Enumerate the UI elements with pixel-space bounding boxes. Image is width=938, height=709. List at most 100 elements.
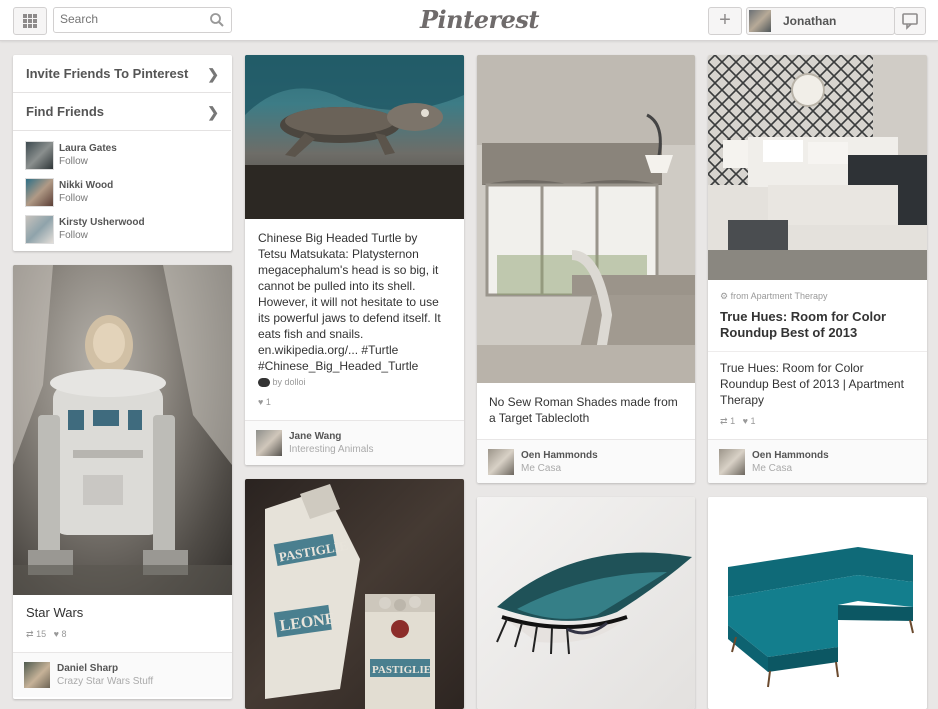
hashtag-link[interactable]: #Chinese_Big_Headed_Turtle (258, 358, 458, 374)
source-icon: ⚙ (720, 291, 729, 301)
tin-label: PASTIGLIE (372, 664, 431, 676)
pin-image[interactable]: PASTIGLIE LEONE PASTIGLIE (245, 479, 464, 709)
pinterest-logo[interactable]: Pinterest (420, 5, 539, 34)
chevron-right-icon: ❯ (207, 66, 219, 82)
turtle-photo (245, 55, 464, 219)
top-bar: Pinterest + Jonathan (0, 0, 938, 41)
avatar[interactable] (25, 141, 54, 170)
source-label: from Apartment Therapy (730, 291, 828, 301)
pin-image[interactable] (708, 497, 927, 709)
repin-count: 1 (730, 416, 736, 426)
description-line: Tetsu Matsukata: Platysternon (258, 247, 419, 261)
categories-grid-button[interactable] (13, 7, 47, 35)
search-icon[interactable] (209, 12, 225, 28)
description-line: a Target Tablecloth (489, 411, 590, 425)
plus-icon: + (719, 9, 731, 31)
pin-description: True Hues: Room for Color Roundup Best o… (720, 360, 920, 408)
search-box (53, 7, 232, 33)
sofa-photo (728, 547, 914, 688)
pin-stats: ♥ 1 (258, 397, 271, 407)
board-name: Me Casa (752, 463, 793, 474)
pinner-name: Daniel Sharp (57, 663, 119, 674)
pin-card: PASTIGLIE LEONE PASTIGLIE (245, 479, 464, 709)
title-line: Roundup Best of 2013 (720, 325, 858, 340)
pin-source[interactable]: ⚙ from Apartment Therapy (720, 291, 827, 302)
pin-card: Star Wars ⇄ 15 ♥ 8 Daniel Sharp Crazy St… (13, 265, 232, 699)
eye-makeup-photo (496, 552, 692, 655)
divider (708, 351, 927, 352)
find-friends-label: Find Friends (26, 104, 104, 119)
avatar (488, 449, 514, 475)
pin-attribution[interactable]: Oen Hammonds Me Casa (708, 439, 927, 483)
description-line: its powerful jaws to defend itself. It (258, 311, 441, 325)
user-menu-button[interactable]: Jonathan (746, 7, 895, 35)
pin-card: No Sew Roman Shades made from a Target T… (477, 55, 695, 483)
source-link[interactable]: en.wikipedia.org/... #Turtle (258, 342, 458, 358)
pin-card (477, 497, 695, 709)
avatar[interactable] (25, 215, 54, 244)
heart-icon: ♥ (258, 397, 264, 407)
pin-attribution[interactable]: Daniel Sharp Crazy Star Wars Stuff (13, 652, 232, 697)
description-line: However, it will not hesitate to use (258, 295, 439, 309)
pinner-name: Oen Hammonds (752, 450, 829, 461)
friend-name[interactable]: Laura Gates (59, 143, 117, 154)
notifications-button[interactable] (894, 7, 926, 35)
friend-name[interactable]: Nikki Wood (59, 180, 113, 191)
pin-image[interactable] (477, 55, 695, 383)
via-label: by dolloi (272, 377, 306, 387)
pin-image[interactable] (13, 265, 232, 595)
follow-button[interactable]: Follow (59, 156, 88, 167)
candy-tins-photo: PASTIGLIE LEONE PASTIGLIE (265, 484, 435, 709)
speech-bubble-icon (902, 13, 918, 30)
follow-button[interactable]: Follow (59, 193, 88, 204)
description-line: Roundup Best of 2013 | Apartment (720, 377, 904, 391)
board-name: Interesting Animals (289, 444, 374, 455)
like-count: 1 (750, 416, 756, 426)
title-line: True Hues: Room for Color (720, 309, 887, 324)
pin-image[interactable] (245, 55, 464, 219)
heart-icon: ♥ (742, 416, 748, 426)
follow-button[interactable]: Follow (59, 230, 88, 241)
pin-description: Star Wars (26, 605, 84, 620)
like-count: 1 (265, 397, 271, 407)
description-line: eats fish and snails. (258, 327, 364, 341)
repin-icon: ⇄ (720, 416, 728, 426)
pinner-name: Jane Wang (289, 431, 342, 442)
dining-room-photo (477, 55, 695, 383)
find-friends-link[interactable]: Find Friends ❯ (13, 93, 231, 131)
search-input[interactable] (60, 11, 200, 27)
pin-image[interactable] (708, 55, 927, 280)
avatar (719, 449, 745, 475)
chevron-right-icon: ❯ (207, 104, 219, 120)
avatar (256, 430, 282, 456)
description-line: megacephalum's head is so big, it (258, 263, 439, 277)
user-name: Jonathan (783, 14, 837, 28)
description-line: cannot be pulled into its shell. (258, 279, 416, 293)
avatar (24, 662, 50, 688)
invite-friends-link[interactable]: Invite Friends To Pinterest ❯ (13, 55, 231, 93)
via-user[interactable]: by dolloi (258, 377, 306, 388)
friend-suggestion: Kirsty Usherwood Follow (25, 215, 225, 245)
add-pin-button[interactable]: + (708, 7, 742, 35)
pin-title[interactable]: True Hues: Room for Color Roundup Best o… (720, 309, 920, 341)
pin-image[interactable] (477, 497, 695, 709)
invite-friends-label: Invite Friends To Pinterest (26, 66, 189, 81)
pin-stats: ⇄ 15 ♥ 8 (26, 629, 66, 640)
board-name: Crazy Star Wars Stuff (57, 676, 154, 687)
heart-icon: ♥ (53, 629, 59, 639)
pin-card: Chinese Big Headed Turtle by Tetsu Matsu… (245, 55, 464, 465)
like-count: 8 (61, 629, 67, 639)
pin-stats: ⇄ 1 ♥ 1 (720, 416, 755, 427)
friend-suggestion: Laura Gates Follow (25, 141, 225, 171)
bedroom-photo (708, 55, 927, 280)
pin-attribution[interactable]: Oen Hammonds Me Casa (477, 439, 695, 483)
pin-description: Chinese Big Headed Turtle by Tetsu Matsu… (258, 230, 458, 374)
pin-attribution[interactable]: Jane Wang Interesting Animals (245, 420, 464, 465)
description-line: No Sew Roman Shades made from (489, 395, 678, 409)
description-line: Therapy (720, 393, 765, 407)
repin-icon: ⇄ (26, 629, 34, 639)
description-line: Chinese Big Headed Turtle by (258, 231, 418, 245)
pin-card (708, 497, 927, 709)
avatar[interactable] (25, 178, 54, 207)
friend-name[interactable]: Kirsty Usherwood (59, 217, 145, 228)
